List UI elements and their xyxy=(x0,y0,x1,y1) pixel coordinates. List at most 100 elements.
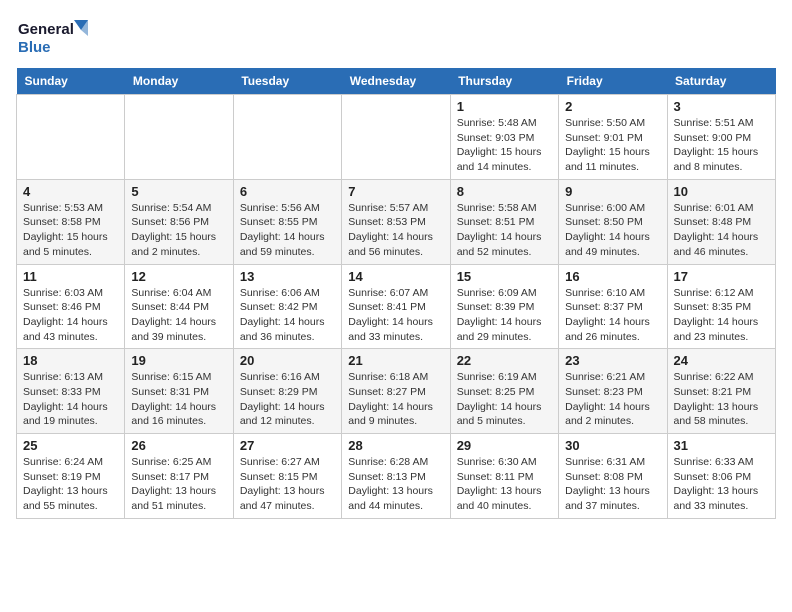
day-number: 28 xyxy=(348,438,443,453)
day-info: Sunrise: 6:22 AM Sunset: 8:21 PM Dayligh… xyxy=(674,370,769,429)
day-info: Sunrise: 6:25 AM Sunset: 8:17 PM Dayligh… xyxy=(131,455,226,514)
calendar-cell: 8 Sunrise: 5:58 AM Sunset: 8:51 PM Daylig… xyxy=(450,179,558,264)
day-info: Sunrise: 6:09 AM Sunset: 8:39 PM Dayligh… xyxy=(457,286,552,345)
day-info: Sunrise: 6:27 AM Sunset: 8:15 PM Dayligh… xyxy=(240,455,335,514)
calendar-cell: 28 Sunrise: 6:28 AM Sunset: 8:13 PM Dayli… xyxy=(342,434,450,519)
day-number: 8 xyxy=(457,184,552,199)
calendar-cell: 5 Sunrise: 5:54 AM Sunset: 8:56 PM Daylig… xyxy=(125,179,233,264)
calendar-cell: 25 Sunrise: 6:24 AM Sunset: 8:19 PM Dayli… xyxy=(17,434,125,519)
calendar-cell xyxy=(125,95,233,180)
week-row-3: 11 Sunrise: 6:03 AM Sunset: 8:46 PM Dayli… xyxy=(17,264,776,349)
calendar-cell: 24 Sunrise: 6:22 AM Sunset: 8:21 PM Dayli… xyxy=(667,349,775,434)
week-row-2: 4 Sunrise: 5:53 AM Sunset: 8:58 PM Daylig… xyxy=(17,179,776,264)
day-info: Sunrise: 6:13 AM Sunset: 8:33 PM Dayligh… xyxy=(23,370,118,429)
calendar-cell: 7 Sunrise: 5:57 AM Sunset: 8:53 PM Daylig… xyxy=(342,179,450,264)
calendar-cell: 12Sunrise: 6:04 AM Sunset: 8:44 PM Dayli… xyxy=(125,264,233,349)
weekday-header-tuesday: Tuesday xyxy=(233,68,341,95)
day-info: Sunrise: 6:00 AM Sunset: 8:50 PM Dayligh… xyxy=(565,201,660,260)
day-info: Sunrise: 5:50 AM Sunset: 9:01 PM Dayligh… xyxy=(565,116,660,175)
day-info: Sunrise: 6:28 AM Sunset: 8:13 PM Dayligh… xyxy=(348,455,443,514)
weekday-header-saturday: Saturday xyxy=(667,68,775,95)
calendar-table: SundayMondayTuesdayWednesdayThursdayFrid… xyxy=(16,68,776,519)
day-number: 22 xyxy=(457,353,552,368)
weekday-header-thursday: Thursday xyxy=(450,68,558,95)
weekday-header-wednesday: Wednesday xyxy=(342,68,450,95)
day-number: 31 xyxy=(674,438,769,453)
calendar-cell xyxy=(233,95,341,180)
calendar-cell: 20 Sunrise: 6:16 AM Sunset: 8:29 PM Dayli… xyxy=(233,349,341,434)
calendar-cell: 6 Sunrise: 5:56 AM Sunset: 8:55 PM Daylig… xyxy=(233,179,341,264)
calendar-cell: 1 Sunrise: 5:48 AM Sunset: 9:03 PM Daylig… xyxy=(450,95,558,180)
day-info: Sunrise: 5:53 AM Sunset: 8:58 PM Dayligh… xyxy=(23,201,118,260)
svg-text:General: General xyxy=(18,21,74,38)
day-number: 12 xyxy=(131,269,226,284)
day-number: 17 xyxy=(674,269,769,284)
day-info: Sunrise: 6:15 AM Sunset: 8:31 PM Dayligh… xyxy=(131,370,226,429)
calendar-cell: 26 Sunrise: 6:25 AM Sunset: 8:17 PM Dayli… xyxy=(125,434,233,519)
day-info: Sunrise: 6:07 AM Sunset: 8:41 PM Dayligh… xyxy=(348,286,443,345)
day-number: 24 xyxy=(674,353,769,368)
page-header: GeneralBlue xyxy=(16,16,776,56)
day-info: Sunrise: 6:33 AM Sunset: 8:06 PM Dayligh… xyxy=(674,455,769,514)
weekday-header-monday: Monday xyxy=(125,68,233,95)
day-info: Sunrise: 6:24 AM Sunset: 8:19 PM Dayligh… xyxy=(23,455,118,514)
day-number: 2 xyxy=(565,99,660,114)
calendar-cell: 14 Sunrise: 6:07 AM Sunset: 8:41 PM Dayli… xyxy=(342,264,450,349)
day-number: 4 xyxy=(23,184,118,199)
calendar-cell: 10Sunrise: 6:01 AM Sunset: 8:48 PM Dayli… xyxy=(667,179,775,264)
day-info: Sunrise: 6:18 AM Sunset: 8:27 PM Dayligh… xyxy=(348,370,443,429)
day-number: 14 xyxy=(348,269,443,284)
calendar-cell: 9Sunrise: 6:00 AM Sunset: 8:50 PM Daylig… xyxy=(559,179,667,264)
day-number: 10 xyxy=(674,184,769,199)
day-info: Sunrise: 5:48 AM Sunset: 9:03 PM Dayligh… xyxy=(457,116,552,175)
day-info: Sunrise: 6:03 AM Sunset: 8:46 PM Dayligh… xyxy=(23,286,118,345)
day-info: Sunrise: 6:06 AM Sunset: 8:42 PM Dayligh… xyxy=(240,286,335,345)
day-number: 6 xyxy=(240,184,335,199)
day-number: 30 xyxy=(565,438,660,453)
calendar-cell: 29Sunrise: 6:30 AM Sunset: 8:11 PM Dayli… xyxy=(450,434,558,519)
calendar-cell: 30Sunrise: 6:31 AM Sunset: 8:08 PM Dayli… xyxy=(559,434,667,519)
calendar-cell: 22 Sunrise: 6:19 AM Sunset: 8:25 PM Dayli… xyxy=(450,349,558,434)
calendar-cell xyxy=(17,95,125,180)
day-number: 1 xyxy=(457,99,552,114)
calendar-cell: 11 Sunrise: 6:03 AM Sunset: 8:46 PM Dayli… xyxy=(17,264,125,349)
day-number: 18 xyxy=(23,353,118,368)
calendar-cell: 3 Sunrise: 5:51 AM Sunset: 9:00 PM Daylig… xyxy=(667,95,775,180)
calendar-cell: 16Sunrise: 6:10 AM Sunset: 8:37 PM Dayli… xyxy=(559,264,667,349)
day-number: 5 xyxy=(131,184,226,199)
day-info: Sunrise: 6:12 AM Sunset: 8:35 PM Dayligh… xyxy=(674,286,769,345)
day-info: Sunrise: 5:58 AM Sunset: 8:51 PM Dayligh… xyxy=(457,201,552,260)
calendar-cell: 15 Sunrise: 6:09 AM Sunset: 8:39 PM Dayli… xyxy=(450,264,558,349)
svg-text:Blue: Blue xyxy=(18,39,51,56)
day-number: 26 xyxy=(131,438,226,453)
day-info: Sunrise: 6:16 AM Sunset: 8:29 PM Dayligh… xyxy=(240,370,335,429)
day-info: Sunrise: 6:19 AM Sunset: 8:25 PM Dayligh… xyxy=(457,370,552,429)
day-info: Sunrise: 5:56 AM Sunset: 8:55 PM Dayligh… xyxy=(240,201,335,260)
day-number: 21 xyxy=(348,353,443,368)
calendar-cell xyxy=(342,95,450,180)
calendar-cell: 21 Sunrise: 6:18 AM Sunset: 8:27 PM Dayli… xyxy=(342,349,450,434)
day-info: Sunrise: 5:51 AM Sunset: 9:00 PM Dayligh… xyxy=(674,116,769,175)
week-row-5: 25 Sunrise: 6:24 AM Sunset: 8:19 PM Dayli… xyxy=(17,434,776,519)
day-number: 20 xyxy=(240,353,335,368)
day-number: 15 xyxy=(457,269,552,284)
calendar-cell: 18 Sunrise: 6:13 AM Sunset: 8:33 PM Dayli… xyxy=(17,349,125,434)
week-row-4: 18 Sunrise: 6:13 AM Sunset: 8:33 PM Dayli… xyxy=(17,349,776,434)
week-row-1: 1 Sunrise: 5:48 AM Sunset: 9:03 PM Daylig… xyxy=(17,95,776,180)
day-number: 29 xyxy=(457,438,552,453)
day-number: 19 xyxy=(131,353,226,368)
calendar-cell: 31 Sunrise: 6:33 AM Sunset: 8:06 PM Dayli… xyxy=(667,434,775,519)
calendar-cell: 17 Sunrise: 6:12 AM Sunset: 8:35 PM Dayli… xyxy=(667,264,775,349)
day-number: 3 xyxy=(674,99,769,114)
calendar-cell: 27Sunrise: 6:27 AM Sunset: 8:15 PM Dayli… xyxy=(233,434,341,519)
day-number: 25 xyxy=(23,438,118,453)
day-info: Sunrise: 5:57 AM Sunset: 8:53 PM Dayligh… xyxy=(348,201,443,260)
day-info: Sunrise: 5:54 AM Sunset: 8:56 PM Dayligh… xyxy=(131,201,226,260)
calendar-cell: 2 Sunrise: 5:50 AM Sunset: 9:01 PM Daylig… xyxy=(559,95,667,180)
day-number: 7 xyxy=(348,184,443,199)
calendar-cell: 4 Sunrise: 5:53 AM Sunset: 8:58 PM Daylig… xyxy=(17,179,125,264)
day-number: 16 xyxy=(565,269,660,284)
day-number: 11 xyxy=(23,269,118,284)
logo: GeneralBlue xyxy=(16,16,96,56)
weekday-header-row: SundayMondayTuesdayWednesdayThursdayFrid… xyxy=(17,68,776,95)
